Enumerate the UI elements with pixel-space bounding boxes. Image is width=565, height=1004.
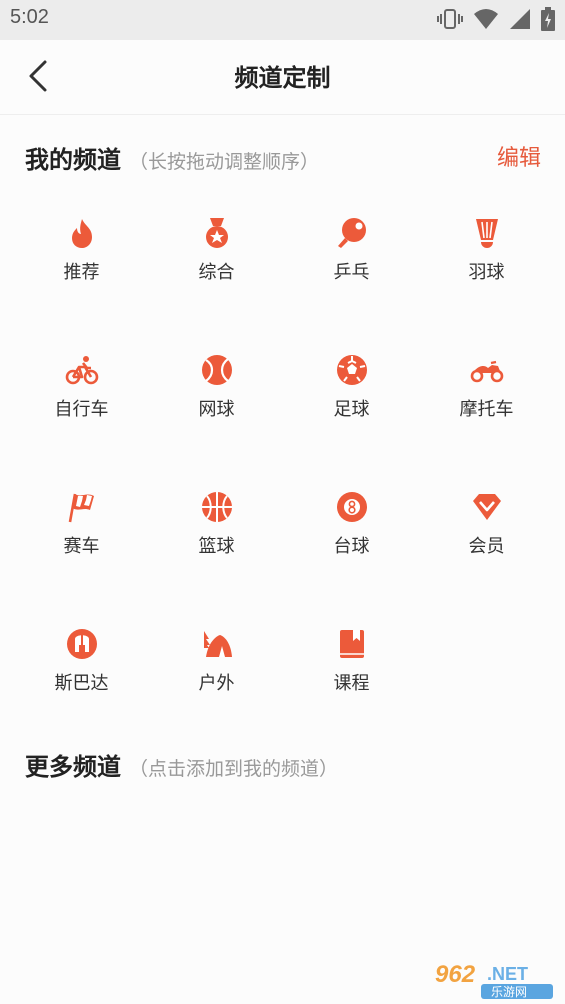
channel-label: 摩托车	[459, 399, 514, 420]
channel-item-billiards[interactable]: 台球	[284, 470, 419, 560]
bicycle-icon	[65, 356, 98, 385]
motorcycle-icon	[470, 360, 503, 383]
medal-icon	[205, 218, 228, 248]
billiard-ball-icon	[336, 492, 367, 522]
battery-icon	[541, 7, 555, 31]
channel-label: 乒乓	[333, 262, 370, 283]
channel-item-course[interactable]: 课程	[284, 607, 419, 697]
status-time: 5:02	[10, 6, 49, 28]
checkered-flag-icon	[68, 493, 94, 523]
svg-text:乐游网: 乐游网	[491, 985, 527, 999]
channel-item-general[interactable]: 综合	[149, 196, 284, 286]
status-bar: 5:02	[0, 0, 565, 40]
shuttlecock-icon	[475, 219, 498, 248]
channel-label: 台球	[333, 536, 370, 557]
my-channels-hint: （长按拖动调整顺序）	[129, 151, 320, 173]
more-channels-hint: （点击添加到我的频道）	[129, 758, 339, 780]
channel-label: 篮球	[198, 536, 235, 557]
channel-item-racing[interactable]: 赛车	[14, 470, 149, 560]
channel-item-pingpong[interactable]: 乒乓	[284, 196, 419, 286]
spartan-helmet-icon	[66, 629, 97, 659]
channel-item-outdoor[interactable]: 户外	[149, 607, 284, 697]
my-channels-header: 我的频道 （长按拖动调整顺序）	[25, 140, 319, 175]
status-icons	[437, 6, 555, 32]
channel-item-cycling[interactable]: 自行车	[14, 333, 149, 423]
channel-label: 推荐	[63, 262, 100, 283]
watermark-logo-image: 962 .NET 乐游网	[435, 961, 553, 999]
channel-label: 网球	[198, 399, 235, 420]
soccer-ball-icon	[336, 355, 367, 385]
channel-label: 羽球	[468, 262, 505, 283]
channel-label: 自行车	[54, 399, 109, 420]
channel-item-badminton[interactable]: 羽球	[419, 196, 554, 286]
page-title: 频道定制	[234, 64, 331, 92]
channel-label: 课程	[333, 673, 370, 694]
channel-item-motorcycle[interactable]: 摩托车	[419, 333, 554, 423]
my-channels-title: 我的频道	[25, 146, 121, 174]
watermark-logo: 962 .NET 乐游网	[429, 956, 559, 1000]
more-channels-header: 更多频道 （点击添加到我的频道）	[25, 747, 338, 782]
tent-icon	[203, 631, 232, 657]
diamond-icon	[472, 494, 501, 520]
vibrate-icon	[437, 9, 463, 29]
svg-text:.NET: .NET	[487, 964, 528, 984]
more-channels-title: 更多频道	[25, 753, 121, 781]
nav-bar: 频道定制	[0, 40, 565, 115]
tennis-ball-icon	[201, 355, 232, 385]
channel-item-spartan[interactable]: 斯巴达	[14, 607, 149, 697]
channel-label: 户外	[198, 673, 235, 694]
channel-item-football[interactable]: 足球	[284, 333, 419, 423]
flame-icon	[71, 219, 92, 248]
edit-button[interactable]: 编辑	[497, 140, 541, 172]
channel-label: 赛车	[63, 536, 100, 557]
channel-item-basketball[interactable]: 篮球	[149, 470, 284, 560]
channel-label: 斯巴达	[54, 673, 109, 694]
channel-item-vip[interactable]: 会员	[419, 470, 554, 560]
channel-label: 足球	[333, 399, 370, 420]
svg-text:962: 962	[435, 961, 476, 988]
channel-label: 综合	[198, 262, 235, 283]
book-icon	[339, 630, 364, 658]
signal-icon	[510, 9, 530, 29]
ping-pong-icon	[337, 218, 366, 248]
channel-label: 会员	[468, 536, 505, 557]
channel-item-recommend[interactable]: 推荐	[14, 196, 149, 286]
basketball-icon	[201, 492, 232, 522]
wifi-icon	[474, 9, 498, 29]
channel-item-tennis[interactable]: 网球	[149, 333, 284, 423]
